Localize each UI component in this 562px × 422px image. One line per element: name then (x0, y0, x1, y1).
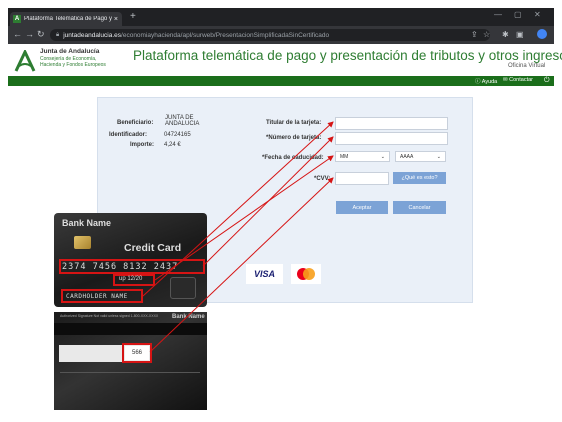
identifier-label: Identificador: (109, 132, 148, 138)
card-front-number: 2374 7456 8132 2437 (62, 262, 179, 272)
chevron-down-icon: ⌄ (380, 153, 385, 160)
lock-icon: 🔒︎ (56, 31, 60, 38)
card-front-holder: CARDHOLDER NAME (66, 293, 128, 300)
junta-logo-icon[interactable] (14, 50, 36, 72)
office-label: Oficina Virtual (508, 63, 546, 69)
back-icon[interactable]: ← (13, 29, 22, 39)
identifier-value: 04724165 (164, 132, 191, 138)
maximize-icon[interactable]: ▢ (514, 10, 522, 19)
expiry-month-select[interactable]: MM ⌄ (335, 151, 390, 162)
sidebar-icon[interactable]: ▣ (516, 30, 524, 39)
mail-icon: ✉ (503, 77, 508, 83)
hologram-icon (170, 277, 196, 299)
chevron-down-icon: ⌄ (436, 153, 441, 160)
accept-button[interactable]: Aceptar (336, 201, 388, 214)
url-host: juntadeandalucia.es (63, 31, 122, 39)
expiry-year-select[interactable]: AAAA ⌄ (395, 151, 446, 162)
amount-label: Importe: (130, 142, 154, 148)
beneficiary-label: Beneficiario: (117, 120, 154, 126)
help-label: Ayuda (481, 79, 498, 85)
top-menu-bar (8, 76, 554, 86)
mastercard-logo-icon (291, 264, 321, 284)
expiry-year-value: AAAA (400, 153, 414, 160)
contact-link[interactable]: ✉ Contactar (503, 77, 533, 83)
card-front-bank-name: Bank Name (62, 218, 112, 228)
expiry-label: *Fecha de caducidad: (262, 155, 324, 161)
beneficiary-value: JUNTA DE ANDALUCIA (165, 115, 199, 127)
magnetic-stripe (54, 323, 207, 335)
card-back-fine-print: Authorized Signature Not valid unless si… (60, 314, 159, 318)
browser-tab-title: Plataforma Telemática de Pago y (24, 16, 112, 22)
reload-icon[interactable]: ↻ (37, 29, 45, 40)
cvv-label: *CVV: (314, 176, 331, 182)
card-back-divider (60, 372, 200, 373)
amount-value: 4,24 € (164, 142, 181, 148)
url-path: /economiayhacienda/apl/surweb/Presentaci… (121, 31, 330, 39)
cvv-help-button[interactable]: ¿Qué es esto? (393, 172, 446, 184)
tab-close-icon[interactable]: × (114, 16, 118, 23)
expiry-month-value: MM (340, 153, 349, 160)
card-front-expiry: up 12/20 (119, 276, 143, 282)
power-icon[interactable]: ⏻ (544, 77, 550, 85)
org-department-line2: Hacienda y Fondos Europeos (40, 62, 106, 68)
cvv-input[interactable] (335, 172, 389, 185)
help-link[interactable]: ⓘ Ayuda (475, 77, 497, 85)
new-tab-button[interactable]: + (130, 11, 136, 22)
card-number-input[interactable] (335, 132, 448, 145)
card-chip-icon (74, 236, 91, 249)
contact-label: Contactar (509, 77, 533, 83)
beneficiary-value-line2: ANDALUCIA (165, 121, 200, 127)
address-bar[interactable]: 🔒︎ juntadeandalucia.es /economiayhaciend… (50, 29, 490, 41)
card-type-label: Credit Card (124, 242, 182, 254)
holder-label: Titular de la tarjeta: (266, 120, 322, 126)
share-icon[interactable]: ⇪ (471, 30, 478, 39)
card-number-label: *Número de tarjeta: (266, 135, 322, 141)
help-icon: ⓘ (475, 79, 481, 85)
forward-icon[interactable]: → (25, 29, 34, 39)
browser-tab[interactable]: A Plataforma Telemática de Pago y × (10, 12, 122, 26)
page-title: Plataforma telemática de pago y presenta… (133, 48, 562, 63)
org-name: Junta de Andalucía (40, 48, 100, 55)
card-back-bank-name: Bank Name (172, 314, 205, 320)
cancel-button[interactable]: Cancelar (393, 201, 446, 214)
visa-logo: VISA (246, 264, 283, 284)
extensions-icon[interactable]: ✱ (502, 30, 509, 39)
card-back-cvv: 566 (125, 346, 149, 360)
org-department: Consejería de Economía, Hacienda y Fondo… (40, 56, 106, 68)
profile-avatar[interactable] (537, 29, 547, 39)
minimize-icon[interactable]: — (494, 10, 502, 19)
site-favicon-icon: A (13, 15, 21, 23)
holder-input[interactable] (335, 117, 448, 130)
bookmark-star-icon[interactable]: ☆ (483, 30, 490, 39)
close-window-icon[interactable]: ✕ (534, 10, 541, 19)
